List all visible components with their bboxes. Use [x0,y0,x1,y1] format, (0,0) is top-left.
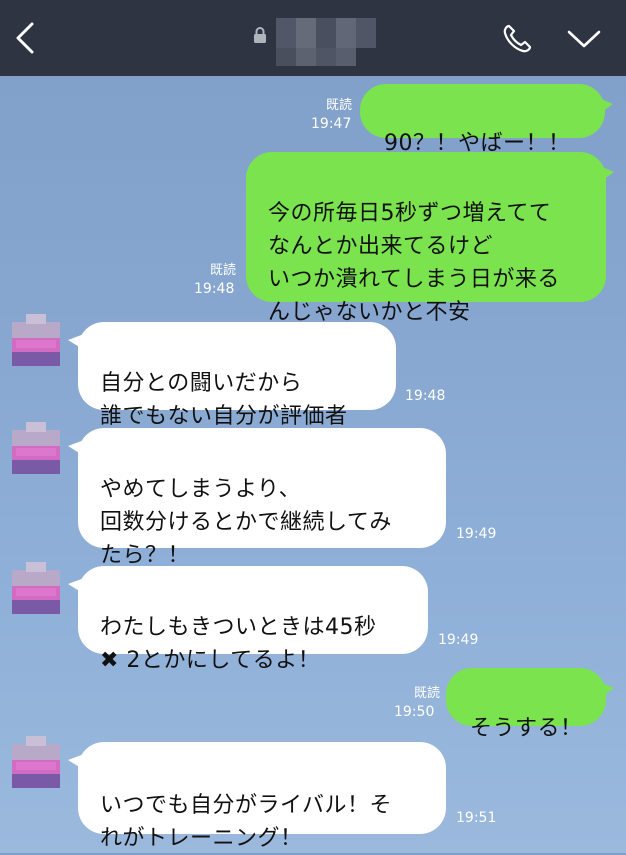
message-time: 19:49 [456,526,497,542]
read-status: 既読 [190,262,236,279]
message-time: 19:50 [394,704,435,720]
message-bubble-mine[interactable]: 今の所毎日5秒ずつ増えてて なんとか出来てるけど いつか潰れてしまう日が来る ん… [246,152,614,325]
read-label: 既読 [413,686,440,701]
read-status: 既読 [394,685,440,702]
read-label: 既読 [325,98,352,113]
message-text: いつでも自分がライバル！そ れがトレーニング！ [100,793,393,851]
message-time: 19:49 [438,632,479,648]
message-bubble-theirs[interactable]: いつでも自分がライバル！そ れがトレーニング！ [68,742,446,851]
phone-icon[interactable] [500,22,534,56]
message-time: 19:47 [311,116,352,132]
message-bubble-theirs[interactable]: やめてしまうより、 回数分けるとかで継続してみ たら？！ [68,428,446,568]
message-text: 自分との闘いだから 誰でもない自分が評価者 [100,371,348,429]
message-bubble-theirs[interactable]: わたしもきついときは45秒 ✖ 2とかにしてるよ！ [68,566,428,673]
message-bubble-theirs[interactable]: 自分との闘いだから 誰でもない自分が評価者 [68,322,396,429]
read-label: 既読 [209,263,236,278]
read-status: 既読 [306,97,352,114]
chevron-down-icon[interactable] [566,28,602,50]
message-time: 19:48 [194,281,235,297]
chat-title-pixelated[interactable] [276,18,376,66]
message-bubble-mine[interactable]: そうする！ [446,668,614,741]
message-time: 19:51 [456,810,497,826]
avatar[interactable] [12,736,60,796]
message-text: わたしもきついときは45秒 ✖ 2とかにしてるよ！ [100,615,377,673]
avatar[interactable] [12,422,60,482]
message-time: 19:48 [405,388,446,404]
message-text: 今の所毎日5秒ずつ増えてて なんとか出来てるけど いつか潰れてしまう日が来る ん… [268,201,560,325]
avatar[interactable] [12,314,60,374]
message-bubble-mine[interactable]: 90？！やばー！！ [360,84,613,156]
chevron-left-icon[interactable] [10,18,38,58]
avatar[interactable] [12,562,60,622]
chat-header [0,0,626,76]
message-text: そうする！ [470,716,583,741]
message-text: やめてしまうより、 回数分けるとかで継続してみ たら？！ [100,477,392,568]
lock-icon [254,27,266,43]
